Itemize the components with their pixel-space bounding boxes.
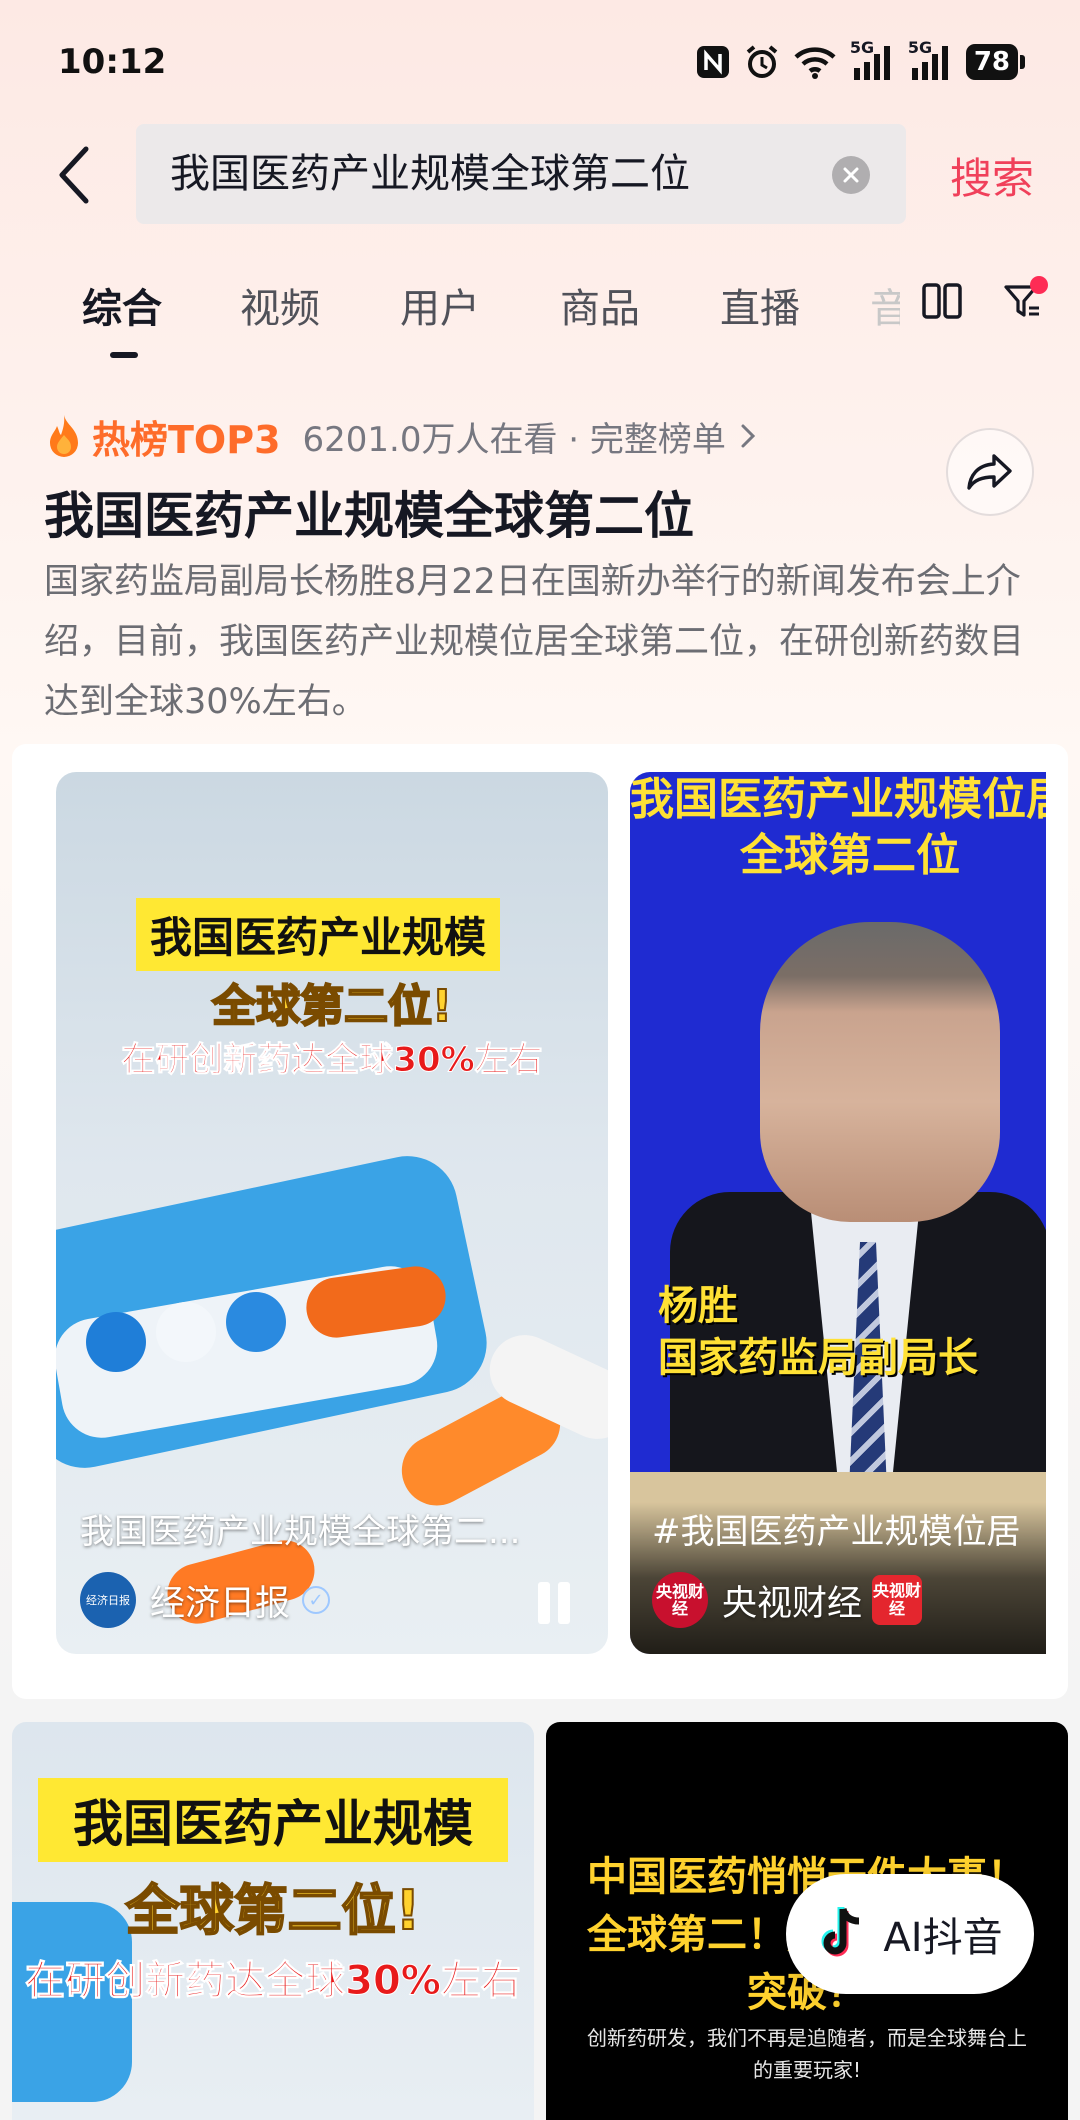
- pause-icon-bar: [538, 1582, 550, 1624]
- hot-rank-label: 热榜TOP3: [92, 417, 281, 462]
- grid-caption-subtitle: 创新药研发，我们不再是追随者，而是全球舞台上的重要玩家!: [587, 2026, 1027, 2082]
- close-icon: [843, 167, 859, 183]
- avatar[interactable]: 央视财经: [652, 1572, 708, 1628]
- video-card[interactable]: 我国医药产业规模位居全球第二位 杨胜 国家药监局副局长 #我国医药产业规模位居 …: [630, 772, 1046, 1654]
- share-button[interactable]: [946, 428, 1034, 516]
- grid-caption-line2: 全球第二位!: [125, 1878, 422, 1943]
- search-input[interactable]: 我国医药产业规模全球第二位: [170, 124, 790, 224]
- filter-button[interactable]: [998, 276, 1048, 326]
- speaker-name: 杨胜: [658, 1283, 738, 1329]
- battery-level: 78: [973, 47, 1010, 77]
- speaker-graphic: [760, 922, 1000, 1222]
- hot-topic-description: 国家药监局副局长杨胜8月22日在国新办举行的新闻发布会上介绍，目前，我国医药产业…: [44, 562, 1025, 722]
- filter-notification-dot: [1030, 276, 1048, 294]
- verified-icon: ✓: [302, 1586, 331, 1614]
- status-bar: 10:12 5G 5G 78: [0, 0, 1080, 120]
- ai-douyin-button[interactable]: AI抖音: [786, 1874, 1034, 1994]
- signal-label-2: 5G: [907, 38, 933, 57]
- battery-icon: 78: [965, 44, 1026, 80]
- video-caption-line2: 全球第二位!: [211, 980, 453, 1033]
- speaker-title: 国家药监局副局长: [658, 1335, 978, 1381]
- cctv-finance-badge: 央视财经: [872, 1575, 923, 1625]
- nfc-icon: [696, 42, 730, 82]
- grid-video-card[interactable]: 我国医药产业规模 全球第二位! 在研创新药达全球30%左右: [12, 1722, 534, 2120]
- status-time: 10:12: [58, 42, 167, 82]
- signal-5g-icon-1: 5G: [850, 38, 894, 82]
- tab-video[interactable]: 视频: [240, 276, 320, 334]
- video-caption-line1: 我国医药产业规模: [136, 898, 501, 971]
- author-name[interactable]: 经济日报: [150, 1575, 290, 1626]
- avatar[interactable]: 经济日报: [80, 1572, 136, 1628]
- chevron-right-icon: [741, 424, 756, 448]
- video-caption-line3: 在研创新药达全球30%左右: [121, 1040, 543, 1081]
- speaker-caption: 杨胜 国家药监局副局长: [658, 1280, 978, 1384]
- hot-topic-title[interactable]: 我国医药产业规模全球第二位: [44, 476, 694, 548]
- alarm-icon: [744, 42, 780, 82]
- pill-graphic: [226, 1292, 286, 1352]
- clear-search-button[interactable]: [832, 156, 870, 194]
- video-card[interactable]: 我国医药产业规模 全球第二位! 在研创新药达全球30%左右 我国医药产业规模全球…: [56, 772, 608, 1654]
- active-tab-indicator: [110, 352, 138, 358]
- signal-label-1: 5G: [849, 38, 875, 57]
- wifi-icon: [794, 42, 836, 82]
- hot-viewers-link[interactable]: 6201.0万人在看 · 完整榜单: [303, 412, 726, 461]
- hot-topic-meta[interactable]: 热榜TOP3 6201.0万人在看 · 完整榜单: [44, 408, 758, 464]
- video-caption-top: 我国医药产业规模位居全球第二位: [630, 774, 1046, 881]
- grid-caption-line1: 我国医药产业规模: [38, 1778, 508, 1862]
- search-button[interactable]: 搜索: [950, 145, 1034, 206]
- chevron-left-icon: [59, 146, 89, 204]
- flame-icon: [50, 415, 78, 457]
- pill-graphic: [156, 1302, 216, 1362]
- video-author[interactable]: 经济日报 经济日报 ✓: [80, 1572, 331, 1628]
- status-icons: 5G 5G 78: [696, 38, 1026, 82]
- video-title[interactable]: 我国医药产业规模全球第二...: [80, 1504, 580, 1553]
- tab-product[interactable]: 商品: [560, 276, 640, 334]
- video-title[interactable]: #我国医药产业规模位居: [652, 1504, 1021, 1553]
- layout-toggle-button[interactable]: [920, 276, 964, 326]
- share-icon: [967, 454, 1012, 490]
- tab-comprehensive[interactable]: 综合: [82, 276, 162, 334]
- search-tabs: 综合 视频 用户 商品 直播 音: [0, 262, 1080, 362]
- signal-5g-icon-2: 5G: [908, 38, 952, 82]
- grid-caption-line3: 在研创新药达全球30%左右: [25, 1958, 522, 2005]
- pause-button[interactable]: [538, 1582, 578, 1624]
- search-box[interactable]: 我国医药产业规模全球第二位: [136, 124, 906, 224]
- pill-graphic: [86, 1312, 146, 1372]
- pause-icon-bar: [558, 1582, 570, 1624]
- ai-button-label: AI抖音: [883, 1915, 1003, 1961]
- tab-music-partial[interactable]: 音: [870, 276, 900, 334]
- author-name[interactable]: 央视财经: [722, 1575, 862, 1626]
- douyin-logo-icon: [821, 1907, 860, 1957]
- dual-column-icon: [922, 283, 962, 319]
- tab-live[interactable]: 直播: [720, 276, 800, 334]
- tab-user[interactable]: 用户: [400, 276, 480, 334]
- avatar-text: 经济日报: [86, 1594, 130, 1607]
- back-button[interactable]: [44, 140, 104, 210]
- video-author[interactable]: 央视财经 央视财经 央视财经: [652, 1572, 923, 1628]
